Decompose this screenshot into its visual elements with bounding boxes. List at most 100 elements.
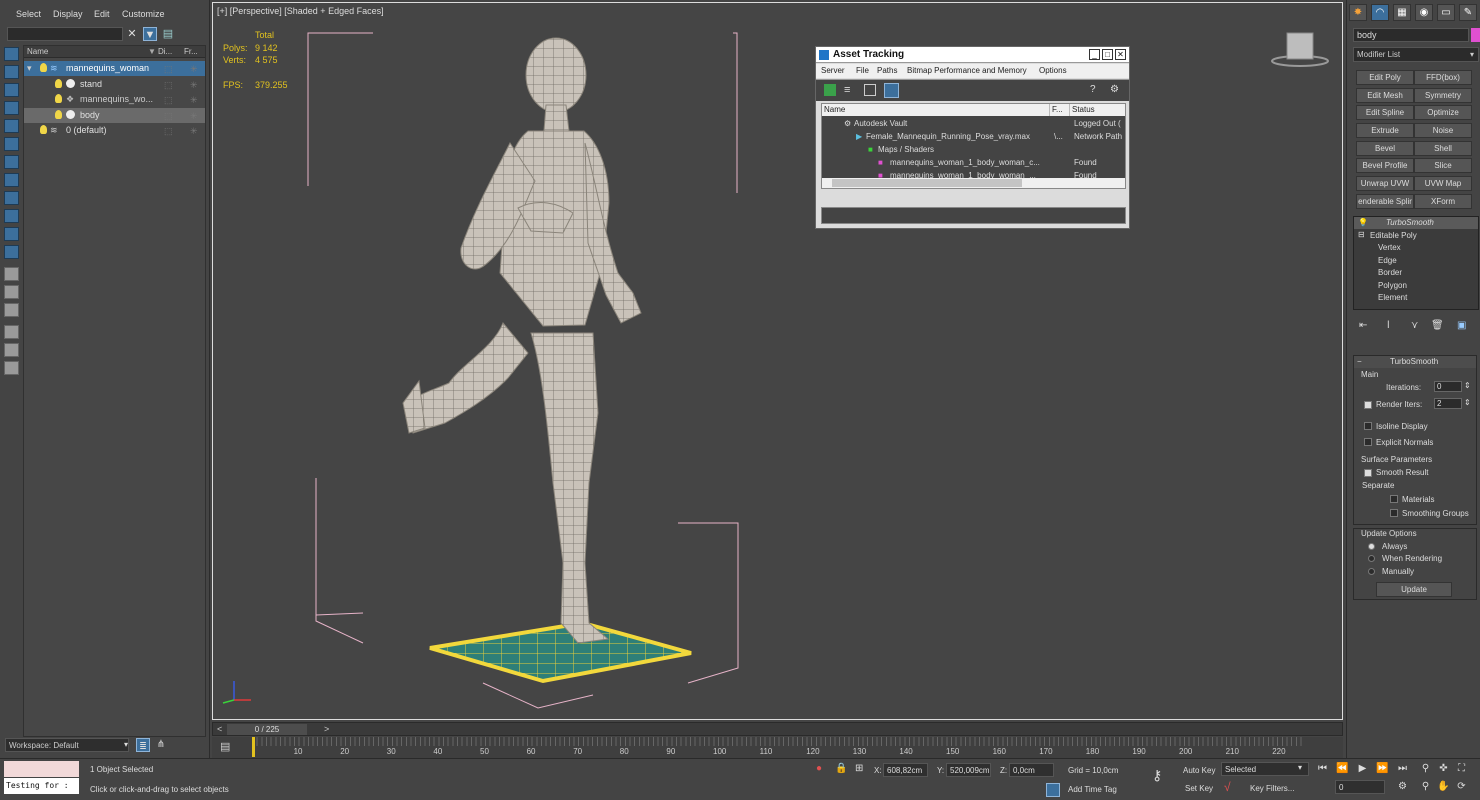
light-bulb-icon[interactable] — [55, 79, 62, 88]
ffd-box-button[interactable]: FFD(box) — [1414, 70, 1472, 85]
collapse-icon[interactable]: ▾ — [27, 63, 32, 74]
extrude-button[interactable]: Extrude — [1356, 123, 1414, 138]
asset-menu-paths[interactable]: Paths — [877, 66, 897, 75]
asset-row[interactable]: ▶ Female_Mannequin_Running_Pose_vray.max… — [822, 130, 1125, 143]
layer-options-icon[interactable]: ▤ — [161, 27, 175, 41]
list-view-icon[interactable]: ≡ — [844, 84, 856, 96]
display-spacewarps-icon[interactable] — [4, 155, 19, 169]
explicit-normals-checkbox[interactable] — [1364, 438, 1372, 446]
filter-icon[interactable]: ▼ — [143, 27, 157, 41]
menu-edit[interactable]: Edit — [94, 9, 110, 19]
configure-sets-icon[interactable]: ▣ — [1457, 320, 1466, 331]
display-cube-icon[interactable]: ⬚ — [164, 126, 173, 137]
isolate-icon[interactable]: ● — [816, 763, 822, 774]
z-coordinate-field[interactable]: 0,0cm — [1009, 763, 1054, 777]
edit-mesh-button[interactable]: Edit Mesh — [1356, 88, 1414, 103]
uvw-map-button[interactable]: UVW Map — [1414, 176, 1472, 191]
asset-col-f[interactable]: F... — [1050, 104, 1070, 116]
display-helpers-icon[interactable] — [4, 137, 19, 151]
iterations-spinner[interactable]: 0 — [1434, 381, 1462, 392]
stack-item-vertex[interactable]: Vertex — [1378, 243, 1401, 252]
orbit-icon[interactable]: ⟳ — [1454, 780, 1469, 794]
grid-view-icon[interactable] — [884, 83, 899, 98]
tree-row[interactable]: ❖ mannequins_wo... ⬚ ✳ — [24, 92, 205, 107]
previous-frame-icon[interactable]: ⏪ — [1335, 762, 1350, 776]
zoom-icon[interactable]: ⚲ — [1418, 762, 1433, 776]
slice-button[interactable]: Slice — [1414, 158, 1472, 173]
menu-select[interactable]: Select — [16, 9, 41, 19]
freeze-snowflake-icon[interactable]: ✳ — [190, 126, 198, 137]
horizontal-scrollbar[interactable] — [822, 178, 1125, 188]
when-rendering-radio[interactable] — [1368, 555, 1375, 562]
remove-modifier-icon[interactable]: 🗑 — [1431, 320, 1444, 331]
stack-item-border[interactable]: Border — [1378, 268, 1402, 277]
workspace-dropdown[interactable]: Workspace: Default — [5, 738, 129, 752]
go-to-end-icon[interactable]: ⏭ — [1395, 762, 1410, 776]
render-iters-checkbox[interactable] — [1364, 401, 1372, 409]
key-icon[interactable]: ⚷ — [1152, 767, 1162, 784]
sync-selection-icon[interactable] — [4, 361, 19, 375]
materials-checkbox[interactable] — [1390, 495, 1398, 503]
time-slider[interactable]: < 0 / 225 > — [212, 722, 1343, 736]
stack-item-edge[interactable]: Edge — [1378, 256, 1397, 265]
edit-poly-button[interactable]: Edit Poly — [1356, 70, 1414, 85]
stack-item-element[interactable]: Element — [1378, 293, 1407, 302]
zoom-extents-icon[interactable]: ⛶ — [1454, 762, 1469, 776]
filter-toggle-icon[interactable] — [4, 325, 19, 339]
motion-tab-icon[interactable]: ◉ — [1415, 4, 1433, 21]
display-lights-icon[interactable] — [4, 101, 19, 115]
bevel-profile-button[interactable]: Bevel Profile — [1356, 158, 1414, 173]
expand-icon[interactable]: ⊟ — [1358, 230, 1365, 239]
stack-item-polygon[interactable]: Polygon — [1378, 281, 1407, 290]
column-display[interactable]: Di... — [158, 47, 172, 56]
pin-stack-icon[interactable]: ⇤ — [1359, 320, 1367, 331]
modifier-list-dropdown[interactable]: Modifier List ▾ — [1353, 47, 1479, 62]
display-children-icon[interactable] — [4, 267, 19, 281]
renderable-spline-button[interactable]: enderable Splir — [1356, 194, 1414, 209]
add-time-tag[interactable]: Add Time Tag — [1068, 785, 1117, 794]
maxscript-input[interactable]: Testing for : — [4, 778, 79, 794]
display-groups-icon[interactable] — [4, 173, 19, 187]
menu-customize[interactable]: Customize — [122, 9, 165, 19]
hierarchy-tab-icon[interactable]: ▦ — [1393, 4, 1411, 21]
time-tag-icon[interactable] — [1046, 783, 1060, 797]
update-button[interactable]: Update — [1376, 582, 1452, 597]
display-shapes-icon[interactable] — [4, 83, 19, 97]
show-end-result-icon[interactable]: ǀ — [1387, 320, 1390, 331]
tree-row[interactable]: ▾ ≋ mannequins_woman ⬚ ✳ — [24, 61, 205, 76]
sort-icon[interactable] — [4, 343, 19, 357]
curve-editor-icon[interactable]: ▤ — [220, 740, 230, 753]
asset-menu-server[interactable]: Server — [821, 66, 845, 75]
column-freeze[interactable]: Fr... — [184, 47, 198, 56]
lock-icon[interactable]: 🔒 — [835, 763, 847, 774]
asset-tracking-window[interactable]: Asset Tracking _ □ ✕ Server File Paths B… — [815, 46, 1130, 229]
column-name[interactable]: Name — [27, 47, 48, 56]
light-bulb-icon[interactable] — [55, 94, 62, 103]
make-unique-icon[interactable]: ⋎ — [1411, 320, 1418, 331]
light-bulb-icon[interactable] — [40, 125, 47, 134]
absolute-mode-icon[interactable]: ⊞ — [855, 763, 863, 774]
auto-key-button[interactable]: Auto Key — [1183, 766, 1215, 775]
xform-button[interactable]: XForm — [1414, 194, 1472, 209]
asset-col-status[interactable]: Status — [1070, 104, 1125, 116]
symmetry-button[interactable]: Symmetry — [1414, 88, 1472, 103]
key-mode-dropdown[interactable]: Selected — [1221, 762, 1309, 776]
smoothing-groups-checkbox[interactable] — [1390, 509, 1398, 517]
optimize-button[interactable]: Optimize — [1414, 105, 1472, 120]
current-frame-field[interactable]: 0 — [1335, 780, 1385, 794]
scrollbar-thumb[interactable] — [832, 179, 1022, 187]
current-frame-marker[interactable] — [252, 737, 255, 757]
tree-row[interactable]: body ⬚ ✳ — [24, 108, 205, 123]
display-none-icon[interactable] — [4, 47, 19, 61]
asset-row[interactable]: ⚙ Autodesk Vault Logged Out ( — [822, 117, 1125, 130]
time-config-icon[interactable]: ⚙ — [1395, 780, 1410, 794]
display-cube-icon[interactable]: ⬚ — [164, 64, 173, 75]
prev-frame-icon[interactable]: < — [217, 724, 222, 734]
manually-radio[interactable] — [1368, 568, 1375, 575]
play-icon[interactable]: ▶ — [1355, 762, 1370, 776]
asset-row[interactable]: ■ mannequins_woman_1_body_woman_c... Fou… — [822, 156, 1125, 169]
next-key-icon[interactable]: ⏩ — [1375, 762, 1390, 776]
light-bulb-icon[interactable]: 💡 — [1358, 218, 1368, 227]
next-frame-icon[interactable]: > — [324, 724, 329, 734]
display-cube-icon[interactable]: ⬚ — [164, 80, 173, 91]
